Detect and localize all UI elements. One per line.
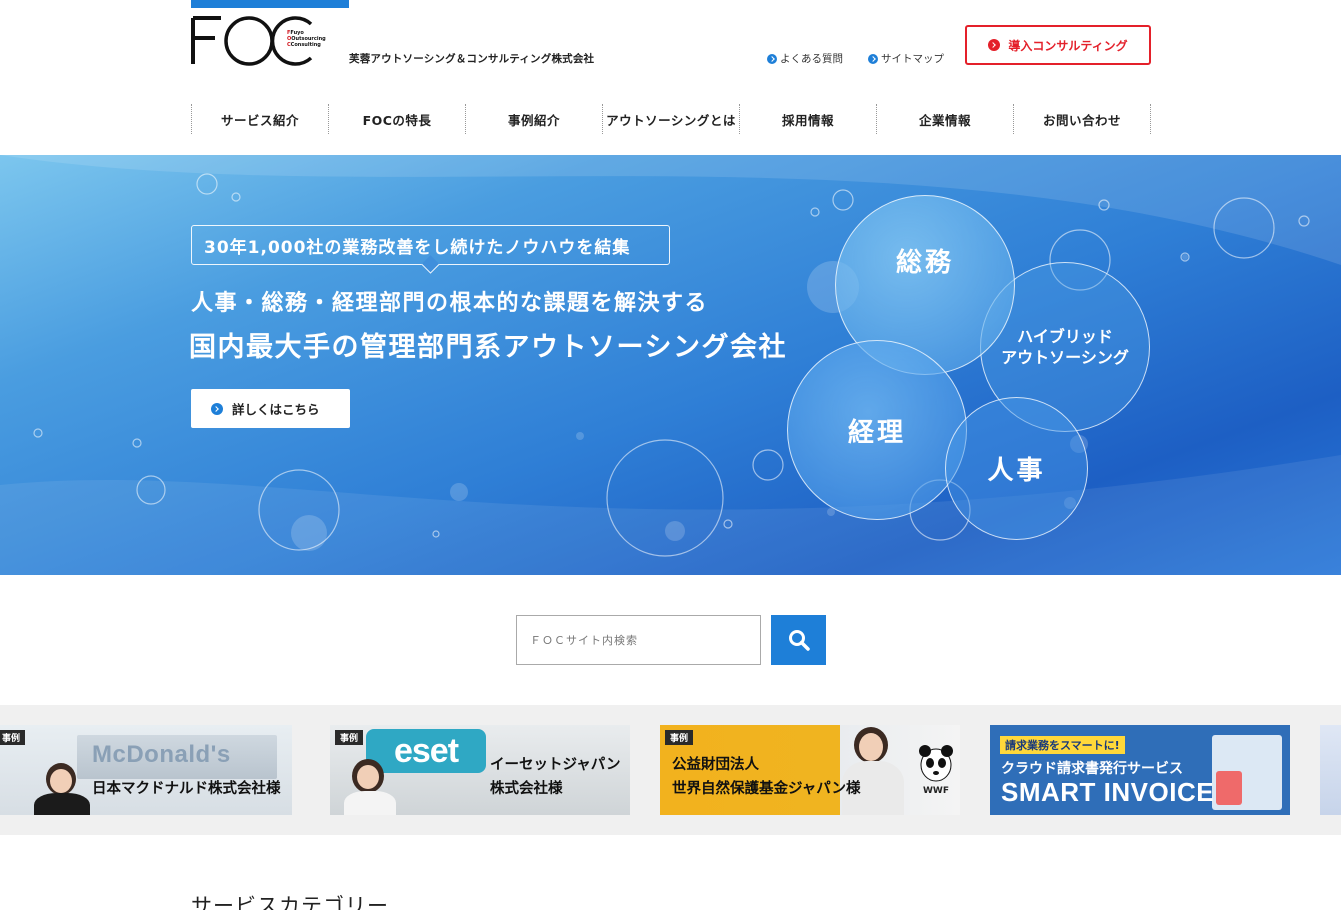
search-icon [788, 630, 810, 651]
nav-item-contact[interactable]: お問い合わせ [1013, 104, 1151, 134]
faq-link[interactable]: よくある質問 [767, 51, 843, 66]
bubble-accounting: 経理 [787, 340, 967, 520]
case-card-wwf[interactable]: WWF 事例 公益財団法人 世界自然保護基金ジャパン様 [660, 725, 960, 815]
case-tag: 事例 [335, 730, 364, 745]
promo-card-smart-invoice[interactable]: 請求業務をスマートに! クラウド請求書発行サービス SMART INVOICE [990, 725, 1290, 815]
case-title: イーセットジャパン 株式会社様 [490, 757, 621, 797]
case-card-eset[interactable]: eset 事例 イーセットジャパン 株式会社様 [330, 725, 630, 815]
wwf-logo: WWF [916, 743, 956, 803]
case-tag: 事例 [665, 730, 694, 745]
logo-subtext: FFuyo OOutsourcing CConsulting [287, 30, 326, 48]
chevron-circle-icon [767, 53, 777, 64]
hero-subheading: 人事・総務・経理部門の根本的な課題を解決する [191, 291, 709, 316]
person-photo [32, 763, 92, 815]
chevron-circle-icon [988, 39, 1001, 51]
promo-subtitle: クラウド請求書発行サービス [1001, 761, 1183, 777]
search-button[interactable] [771, 615, 826, 665]
nav-item-features[interactable]: FOCの特長 [328, 104, 465, 134]
case-card-mcdonalds[interactable]: McDonald's 事例 日本マクドナルド株式会社様 [0, 725, 292, 815]
global-nav: サービス紹介 FOCの特長 事例紹介 アウトソーシングとは 採用情報 企業情報 … [191, 104, 1151, 134]
next-card-peek[interactable] [1320, 725, 1341, 815]
nav-item-recruit[interactable]: 採用情報 [739, 104, 876, 134]
case-title: 公益財団法人 世界自然保護基金ジャパン様 [672, 757, 861, 797]
detail-button[interactable]: 詳しくはこちら [191, 389, 350, 428]
sign-text: McDonald's [92, 741, 231, 768]
case-carousel: McDonald's 事例 日本マクドナルド株式会社様 eset 事例 イーセッ… [0, 705, 1341, 835]
case-tag: 事例 [0, 730, 26, 745]
logo-accent-bar [191, 0, 349, 8]
hero-banner: 30年1,000社の業務改善をし続けたノウハウを結集 人事・総務・経理部門の根本… [0, 155, 1341, 575]
nav-item-outsourcing[interactable]: アウトソーシングとは [602, 104, 739, 134]
promo-title: SMART INVOICE [1001, 777, 1215, 807]
sitemap-link[interactable]: サイトマップ [868, 51, 944, 66]
chevron-circle-icon [868, 53, 878, 64]
section-title: サービスカテゴリー [191, 894, 389, 910]
site-header: FFuyo OOutsourcing CConsulting 芙蓉アウトソーシン… [0, 0, 1341, 155]
calculator-icon [1216, 771, 1242, 805]
chevron-circle-icon [211, 402, 223, 415]
case-title: 日本マクドナルド株式会社様 [92, 781, 281, 797]
nav-item-services[interactable]: サービス紹介 [191, 104, 328, 134]
site-search-input[interactable]: ＦＯＣサイト内検索 [516, 615, 761, 665]
promo-pill: 請求業務をスマートに! [1000, 736, 1125, 754]
company-name: 芙蓉アウトソーシング＆コンサルティング株式会社 [349, 53, 595, 65]
nav-item-cases[interactable]: 事例紹介 [465, 104, 602, 134]
hero-badge: 30年1,000社の業務改善をし続けたノウハウを結集 [191, 225, 670, 265]
nav-item-company[interactable]: 企業情報 [876, 104, 1013, 134]
person-photo [340, 755, 400, 815]
bubble-hr: 人事 [945, 397, 1088, 540]
hero-heading: 国内最大手の管理部門系アウトソーシング会社 [189, 332, 787, 363]
consulting-button[interactable]: 導入コンサルティング [965, 25, 1151, 65]
